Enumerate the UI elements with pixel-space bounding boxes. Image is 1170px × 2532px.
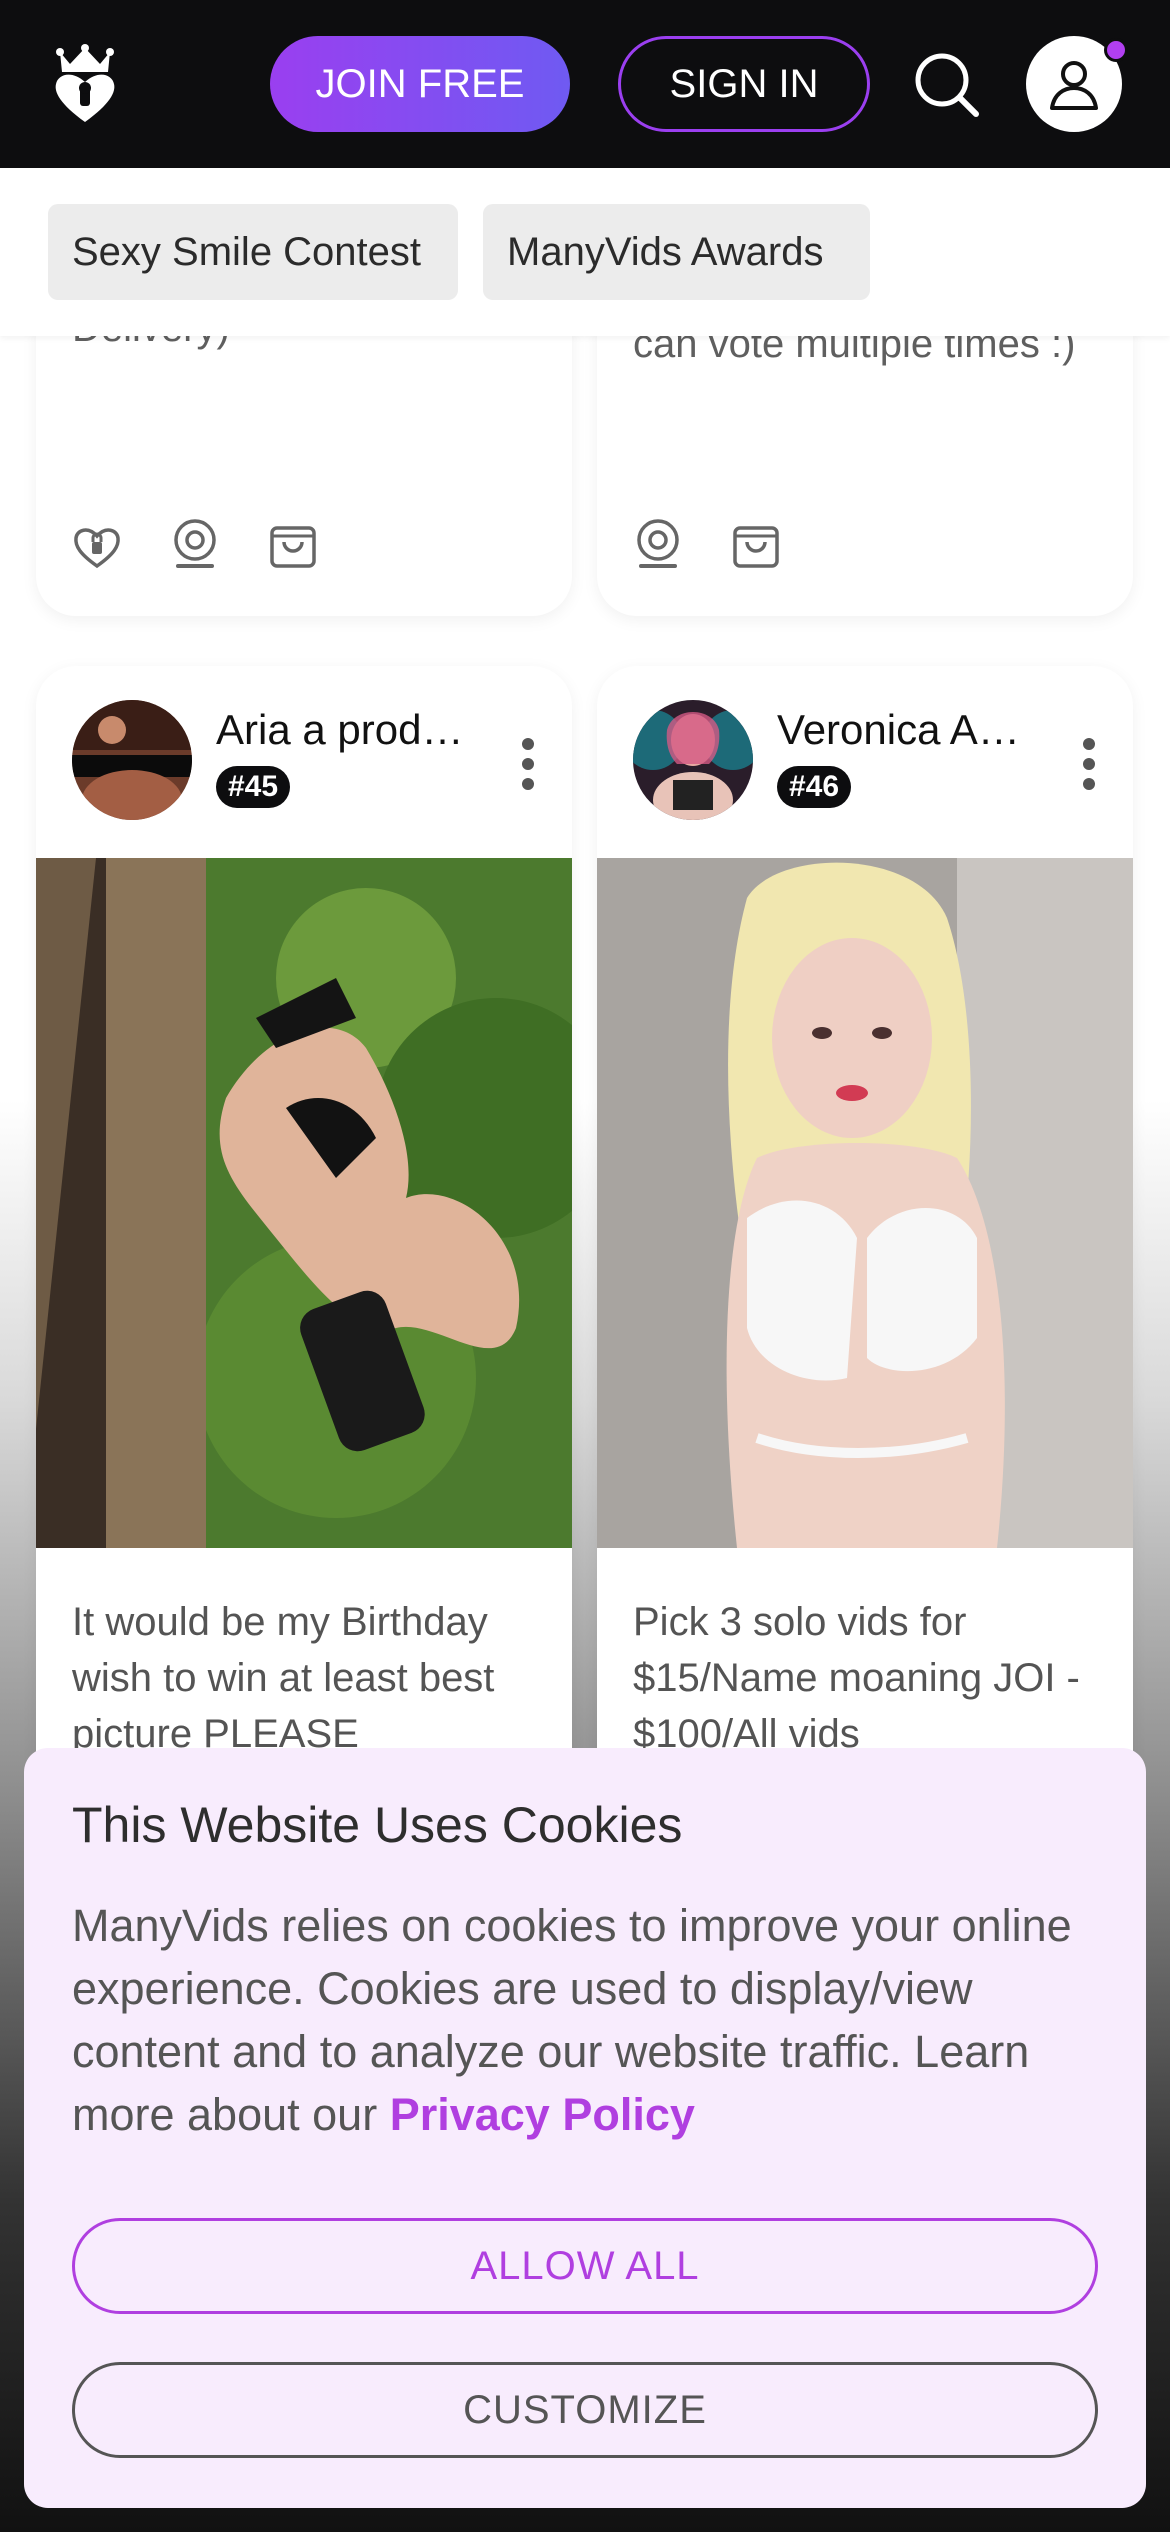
webcam-icon[interactable] — [170, 518, 220, 570]
join-free-button[interactable]: JOIN FREE — [270, 36, 570, 132]
top-header: JOIN FREE SIGN IN — [0, 0, 1170, 168]
webcam-icon[interactable] — [633, 518, 683, 570]
entry-photo[interactable] — [597, 858, 1133, 1548]
card-description: Pick 3 solo vids for $15/Name moaning JO… — [633, 1600, 1080, 1756]
cookie-consent-banner: This Website Uses Cookies ManyVids relie… — [24, 1748, 1146, 2508]
allow-all-button[interactable]: ALLOW ALL — [72, 2218, 1098, 2314]
cookie-text: ManyVids relies on cookies to improve yo… — [72, 1894, 1112, 2146]
card-description: It would be my Birthday wish to win at l… — [72, 1600, 495, 1756]
tag-manyvids-awards[interactable]: ManyVids Awards — [483, 204, 870, 300]
contest-entry-card[interactable]: Aria a prod… #45 It would be my Birthday… — [36, 666, 572, 1816]
shopping-bag-icon[interactable] — [731, 518, 781, 570]
cookie-title: This Website Uses Cookies — [72, 1797, 683, 1853]
tag-bar: Sexy Smile Contest ManyVids Awards — [0, 168, 1170, 336]
entry-photo[interactable] — [36, 858, 572, 1548]
customize-button[interactable]: CUSTOMIZE — [72, 2362, 1098, 2458]
creator-name[interactable]: Veronica A… — [777, 706, 1027, 754]
search-icon[interactable] — [912, 50, 982, 120]
tag-sexy-smile-contest[interactable]: Sexy Smile Contest — [48, 204, 458, 300]
avatar[interactable] — [72, 700, 192, 820]
notification-dot — [1104, 38, 1128, 62]
avatar[interactable] — [633, 700, 753, 820]
rank-badge: #46 — [777, 766, 852, 808]
sign-in-button[interactable]: SIGN IN — [618, 36, 870, 132]
more-options-icon[interactable] — [520, 736, 536, 792]
privacy-policy-link[interactable]: Privacy Policy — [390, 2089, 695, 2140]
user-icon — [1050, 61, 1098, 110]
lock-heart-icon[interactable] — [72, 518, 122, 570]
rank-badge: #45 — [216, 766, 291, 808]
more-options-icon[interactable] — [1081, 736, 1097, 792]
creator-name[interactable]: Aria a prod… — [216, 706, 466, 754]
shopping-bag-icon[interactable] — [268, 518, 318, 570]
contest-entry-card[interactable]: Veronica A… #46 Pick 3 solo vids for $15… — [597, 666, 1133, 1816]
crown-heart-logo-icon[interactable] — [50, 44, 120, 124]
